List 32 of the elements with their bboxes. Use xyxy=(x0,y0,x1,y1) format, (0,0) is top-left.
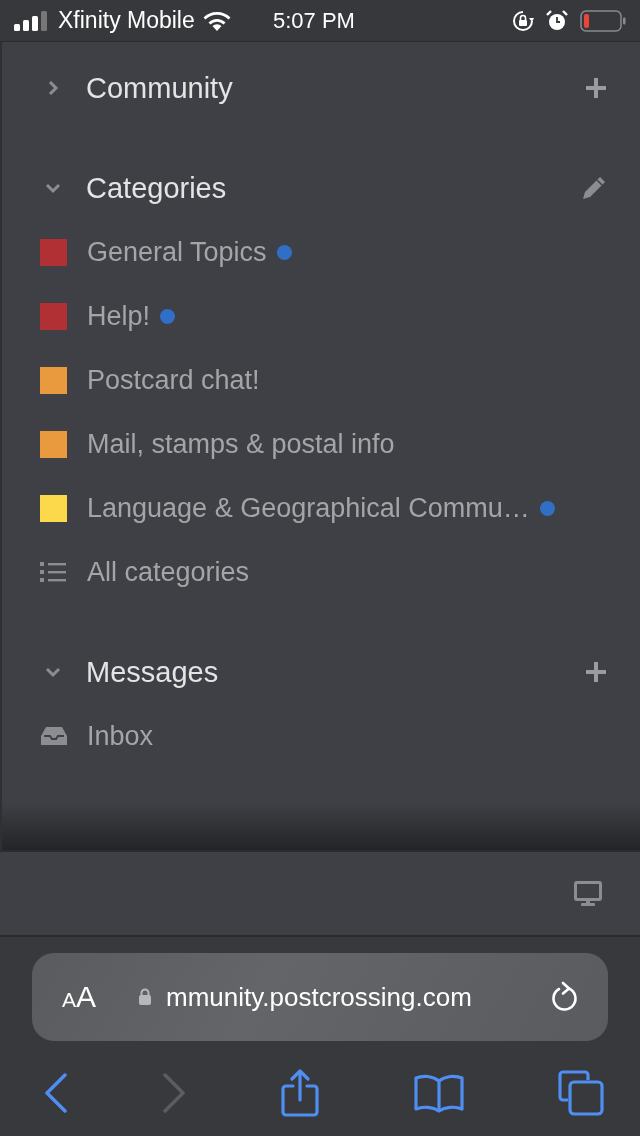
desktop-icon[interactable] xyxy=(574,880,602,907)
url-text: mmunity.postcrossing.com xyxy=(166,981,473,1013)
sidebar-item[interactable]: Postcard chat! xyxy=(87,364,260,396)
sidebar-item[interactable]: Language & Geographical Commu… xyxy=(87,492,530,524)
clock-time: 5:07 PM xyxy=(273,7,355,34)
tabs-icon[interactable] xyxy=(558,1070,604,1116)
text-size-button[interactable]: AA xyxy=(62,980,97,1014)
wifi-icon xyxy=(202,10,231,31)
carrier-name: Xfinity Mobile xyxy=(58,7,195,34)
sidebar-item[interactable]: Inbox xyxy=(87,720,154,752)
sidebar-item[interactable]: All categories xyxy=(87,556,250,588)
section-title[interactable]: Messages xyxy=(86,655,584,689)
sidebar-item[interactable]: General Topics xyxy=(87,236,267,268)
share-icon[interactable] xyxy=(280,1069,320,1117)
section-title[interactable]: Categories xyxy=(86,171,580,205)
sidebar-item[interactable]: Help! xyxy=(87,300,151,332)
alarm-icon xyxy=(546,9,568,32)
sidebar-item[interactable]: Mail, stamps & postal info xyxy=(87,428,395,460)
back-icon[interactable] xyxy=(44,1073,68,1113)
book-icon[interactable] xyxy=(414,1073,464,1113)
inbox-icon xyxy=(40,726,68,746)
reload-icon[interactable] xyxy=(550,981,580,1013)
address-bar[interactable]: AA mmunity.postcrossing.com xyxy=(32,953,608,1041)
plus-icon[interactable] xyxy=(584,660,608,684)
lock-icon xyxy=(138,988,153,1006)
rotation-lock-icon xyxy=(512,9,534,32)
signal-icon xyxy=(14,10,50,31)
section-title[interactable]: Community xyxy=(86,71,584,105)
list-icon xyxy=(40,561,66,583)
pencil-icon[interactable] xyxy=(580,174,608,202)
battery-icon xyxy=(580,9,626,32)
plus-icon[interactable] xyxy=(584,76,608,100)
